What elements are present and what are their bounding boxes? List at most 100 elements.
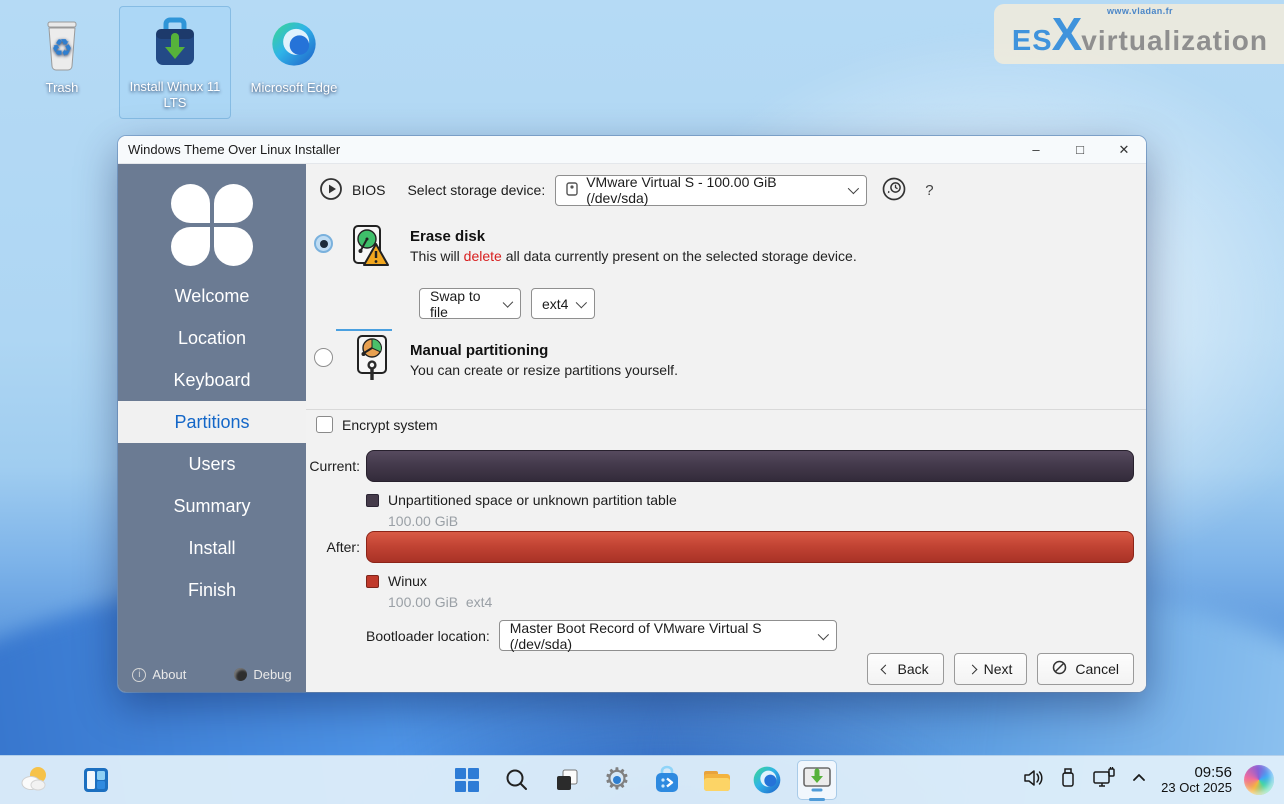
- clock-time: 09:56: [1161, 764, 1232, 781]
- window-titlebar[interactable]: Windows Theme Over Linux Installer – □ ✕: [118, 136, 1146, 164]
- about-button[interactable]: i About: [132, 667, 186, 682]
- option-focus-underline: [336, 329, 392, 331]
- task-view-icon[interactable]: [547, 760, 587, 800]
- manual-partitioning-icon: [350, 334, 394, 385]
- back-button[interactable]: Back: [867, 653, 943, 685]
- installer-steps: Welcome Location Keyboard Partitions Use…: [118, 275, 306, 611]
- distro-logo-icon: [171, 184, 253, 266]
- network-display-icon[interactable]: [1091, 766, 1117, 795]
- desktop-icon-label: Trash: [6, 80, 118, 96]
- minimize-button[interactable]: –: [1014, 136, 1058, 163]
- close-button[interactable]: ✕: [1102, 136, 1146, 163]
- watermark-x: X: [1052, 16, 1083, 53]
- step-users[interactable]: Users: [118, 443, 306, 485]
- maximize-button[interactable]: □: [1058, 136, 1102, 163]
- svg-text:♻: ♻: [51, 35, 73, 62]
- after-legend-label: Winux: [388, 573, 427, 589]
- about-label: About: [152, 667, 186, 682]
- debug-button[interactable]: Debug: [234, 667, 291, 682]
- after-partition-bar: [366, 531, 1134, 563]
- erase-disk-description: This will delete all data currently pres…: [410, 248, 1050, 264]
- refresh-devices-button[interactable]: [881, 176, 907, 205]
- manual-partitioning-radio[interactable]: [314, 348, 333, 367]
- desktop-icon-install-winux[interactable]: Install Winux 11 LTS: [119, 6, 231, 119]
- current-legend-label: Unpartitioned space or unknown partition…: [388, 492, 677, 508]
- settings-gear-icon[interactable]: ⚙: [597, 760, 637, 800]
- bios-icon: [318, 176, 344, 205]
- info-icon: i: [132, 668, 146, 682]
- manual-partitioning-description: You can create or resize partitions your…: [410, 362, 1050, 378]
- debug-label: Debug: [253, 667, 291, 682]
- help-button[interactable]: ?: [925, 182, 933, 199]
- installer-window: Windows Theme Over Linux Installer – □ ✕…: [118, 136, 1146, 692]
- erase-disk-title: Erase disk: [410, 228, 1050, 245]
- desktop-icon-edge[interactable]: Microsoft Edge: [238, 12, 350, 96]
- bootloader-label: Bootloader location:: [366, 628, 490, 644]
- next-button[interactable]: Next: [954, 653, 1028, 685]
- disk-icon: [566, 182, 578, 199]
- erase-disk-radio[interactable]: [314, 234, 333, 253]
- bootloader-value: Master Boot Record of VMware Virtual S (…: [510, 620, 810, 652]
- chevron-down-icon: [848, 183, 859, 194]
- legend-color-swatch: [366, 575, 379, 588]
- watermark-rest: virtualization: [1081, 25, 1268, 57]
- watermark-url: www.vladan.fr: [1012, 6, 1268, 16]
- step-finish[interactable]: Finish: [118, 569, 306, 611]
- delete-warning-text: delete: [464, 248, 502, 264]
- legend-color-swatch: [366, 494, 379, 507]
- storage-device-value: VMware Virtual S - 100.00 GiB (/dev/sda): [586, 174, 840, 206]
- cancel-button[interactable]: Cancel: [1037, 653, 1134, 685]
- current-partition-size: 100.00 GiB: [388, 513, 458, 529]
- desktop-icon-label: Microsoft Edge: [238, 80, 350, 96]
- step-partitions[interactable]: Partitions: [118, 401, 306, 443]
- widgets-panel-icon[interactable]: [76, 760, 116, 800]
- step-welcome[interactable]: Welcome: [118, 275, 306, 317]
- step-keyboard[interactable]: Keyboard: [118, 359, 306, 401]
- search-icon[interactable]: [497, 760, 537, 800]
- step-location[interactable]: Location: [118, 317, 306, 359]
- chevron-down-icon: [818, 629, 829, 640]
- encrypt-system-checkbox[interactable]: [316, 416, 333, 433]
- swap-select[interactable]: Swap to file: [419, 288, 521, 319]
- store-icon[interactable]: [647, 760, 687, 800]
- file-explorer-icon[interactable]: [697, 760, 737, 800]
- edge-icon: [238, 12, 350, 76]
- copilot-icon[interactable]: [1244, 765, 1274, 795]
- boot-mode-label: BIOS: [352, 182, 385, 198]
- step-summary[interactable]: Summary: [118, 485, 306, 527]
- edge-taskbar-icon[interactable]: [747, 760, 787, 800]
- cancel-icon: [1052, 660, 1067, 678]
- volume-icon[interactable]: [1021, 766, 1045, 795]
- chevron-left-icon: [881, 664, 891, 674]
- storage-device-select[interactable]: VMware Virtual S - 100.00 GiB (/dev/sda): [555, 175, 867, 206]
- watermark-es: ES: [1012, 25, 1053, 58]
- storage-device-label: Select storage device:: [407, 182, 545, 198]
- after-label: After:: [306, 539, 360, 555]
- start-button[interactable]: [447, 760, 487, 800]
- desktop: ♻ Trash Install Winux 11 LTS: [0, 0, 1284, 804]
- trash-icon: ♻: [6, 12, 118, 76]
- taskbar-clock[interactable]: 09:56 23 Oct 2025: [1161, 764, 1232, 796]
- usb-device-icon[interactable]: [1057, 766, 1079, 795]
- filesystem-select[interactable]: ext4: [531, 288, 595, 319]
- window-title: Windows Theme Over Linux Installer: [128, 142, 340, 157]
- partitions-page: BIOS Select storage device: VMware Virtu…: [306, 164, 1146, 692]
- taskbar: ⚙: [0, 755, 1284, 804]
- section-divider: [306, 409, 1146, 410]
- step-install[interactable]: Install: [118, 527, 306, 569]
- current-label: Current:: [306, 458, 360, 474]
- swap-value: Swap to file: [430, 288, 495, 320]
- current-partition-bar: [366, 450, 1134, 482]
- chevron-down-icon: [576, 297, 587, 308]
- chevron-down-icon: [502, 297, 513, 308]
- debug-icon: [234, 668, 247, 681]
- weather-widget-icon[interactable]: [14, 760, 54, 800]
- installer-icon: [122, 11, 228, 75]
- bootloader-select[interactable]: Master Boot Record of VMware Virtual S (…: [499, 620, 837, 651]
- installer-taskbar-icon[interactable]: [797, 760, 837, 800]
- erase-disk-icon: [348, 224, 392, 271]
- desktop-icon-trash[interactable]: ♻ Trash: [6, 12, 118, 96]
- installer-sidebar: Welcome Location Keyboard Partitions Use…: [118, 164, 306, 692]
- manual-partitioning-title: Manual partitioning: [410, 342, 1050, 359]
- tray-chevron-up-icon[interactable]: [1129, 768, 1149, 793]
